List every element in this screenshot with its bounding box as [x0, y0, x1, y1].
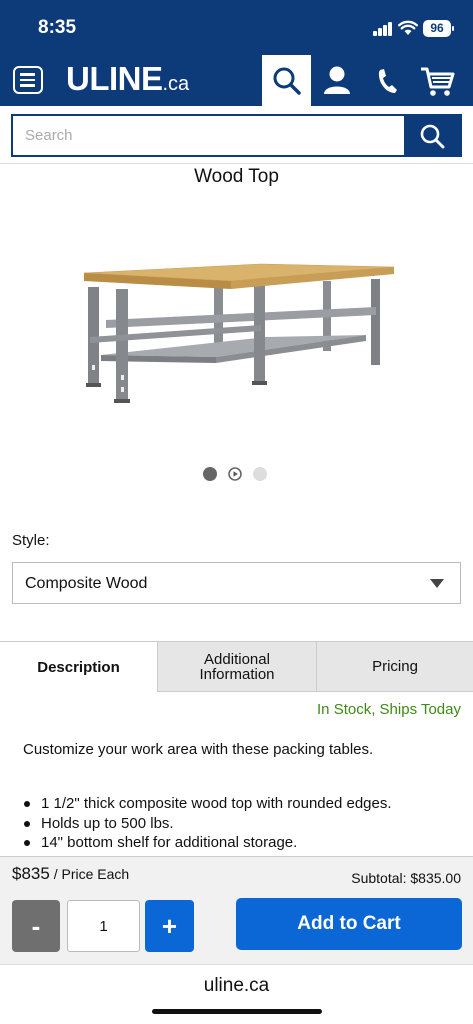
increase-quantity-button[interactable]: +: [145, 900, 194, 952]
product-image[interactable]: [76, 245, 396, 410]
add-to-cart-button[interactable]: Add to Cart: [236, 898, 462, 950]
battery-icon: 96: [423, 20, 454, 37]
quantity-input[interactable]: [67, 900, 140, 952]
price-value: $835: [12, 864, 50, 883]
site-header: 8:35 96 ULINE.ca: [0, 0, 473, 106]
tab-additional-information[interactable]: Additional Information: [157, 642, 316, 692]
menu-button[interactable]: [13, 66, 43, 94]
status-bar: 8:35 96: [0, 0, 473, 54]
divider: [0, 163, 473, 164]
list-item: 1 1/2" thick composite wood top with rou…: [22, 794, 452, 814]
tab-pricing[interactable]: Pricing: [316, 642, 473, 692]
search-icon: [420, 124, 445, 149]
phone-icon[interactable]: [366, 62, 406, 100]
wifi-icon: [398, 20, 418, 35]
search-bar: [11, 114, 462, 157]
product-title: Wood Top: [194, 166, 279, 187]
feature-list: 1 1/2" thick composite wood top with rou…: [22, 794, 452, 856]
header-search-button[interactable]: [262, 55, 311, 106]
logo-text: ULINE: [66, 60, 163, 97]
style-dropdown[interactable]: Composite Wood: [12, 562, 461, 604]
style-selected-value: Composite Wood: [25, 575, 148, 592]
video-play-icon[interactable]: [228, 467, 242, 481]
cellular-signal-icon: [373, 22, 393, 36]
caret-down-icon: [430, 579, 444, 588]
status-time: 8:35: [38, 17, 77, 38]
image-carousel-dots: [203, 466, 273, 482]
carousel-dot-active[interactable]: [203, 467, 217, 481]
home-indicator[interactable]: [152, 1009, 322, 1014]
list-item: 14" bottom shelf for additional storage.: [22, 833, 452, 853]
carousel-dot[interactable]: [253, 467, 267, 481]
product-tabs: Description Additional Information Prici…: [0, 641, 473, 692]
browser-url[interactable]: uline.ca: [0, 975, 473, 997]
logo-suffix: .ca: [162, 73, 190, 95]
search-icon: [273, 67, 301, 95]
stock-status: In Stock, Ships Today: [317, 701, 461, 718]
subtotal: Subtotal: $835.00: [351, 870, 461, 886]
cart-icon[interactable]: [418, 62, 458, 100]
style-label: Style:: [12, 532, 50, 549]
search-submit-button[interactable]: [404, 116, 460, 155]
unit-price: $835 / Price Each: [12, 864, 129, 884]
search-input[interactable]: [13, 116, 403, 155]
tab-description[interactable]: Description: [0, 642, 157, 692]
description-intro: Customize your work area with these pack…: [23, 741, 374, 758]
uline-logo[interactable]: ULINE.ca: [66, 60, 189, 98]
list-item: Holds up to 500 lbs.: [22, 814, 452, 834]
decrease-quantity-button[interactable]: -: [12, 900, 60, 952]
price-unit: / Price Each: [49, 866, 130, 882]
user-icon[interactable]: [317, 62, 357, 100]
